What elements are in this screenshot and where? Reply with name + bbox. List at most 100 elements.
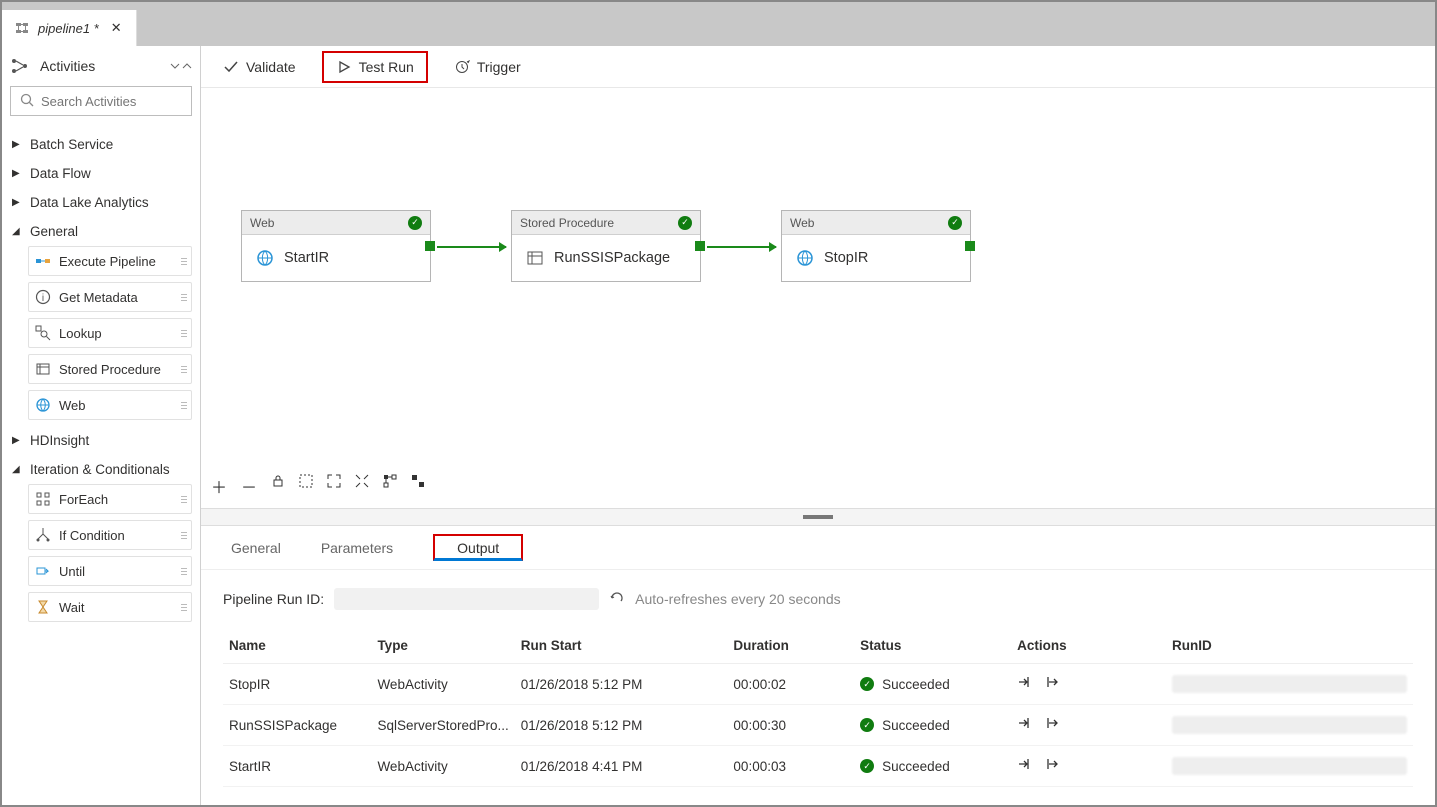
- success-icon: ✓: [408, 216, 422, 230]
- cell-status: ✓Succeeded: [854, 705, 1011, 746]
- cell-duration: 00:00:30: [727, 705, 854, 746]
- cell-runstart: 01/26/2018 4:41 PM: [515, 746, 728, 787]
- cell-runstart: 01/26/2018 5:12 PM: [515, 664, 728, 705]
- col-status[interactable]: Status: [854, 628, 1011, 664]
- search-input[interactable]: [41, 94, 183, 109]
- output-port[interactable]: [695, 241, 705, 251]
- close-icon[interactable]: ✕: [107, 20, 126, 36]
- activities-icon: [10, 56, 30, 76]
- cell-actions: [1011, 705, 1166, 746]
- category-batch-service[interactable]: ▶Batch Service: [10, 130, 192, 159]
- cell-duration: 00:00:03: [727, 746, 854, 787]
- activity-lookup[interactable]: Lookup: [28, 318, 192, 348]
- connector: [437, 246, 506, 248]
- node-startir[interactable]: Web✓ StartIR: [241, 210, 431, 282]
- fit-icon[interactable]: [299, 474, 313, 498]
- tab-output[interactable]: Output: [433, 534, 523, 561]
- input-action-icon[interactable]: [1017, 756, 1033, 776]
- cell-name: StopIR: [223, 664, 371, 705]
- refresh-icon[interactable]: [609, 590, 625, 609]
- activity-get-metadata[interactable]: i Get Metadata: [28, 282, 192, 312]
- table-row[interactable]: StopIR WebActivity 01/26/2018 5:12 PM 00…: [223, 664, 1413, 705]
- output-action-icon[interactable]: [1043, 715, 1059, 735]
- layout-icon[interactable]: [383, 474, 397, 498]
- cell-actions: [1011, 746, 1166, 787]
- align-icon[interactable]: [411, 474, 425, 498]
- search-activities[interactable]: [10, 86, 192, 116]
- tab-pipeline1[interactable]: pipeline1 * ✕: [2, 10, 137, 46]
- tab-parameters[interactable]: Parameters: [321, 534, 393, 562]
- success-icon: ✓: [948, 216, 962, 230]
- col-type[interactable]: Type: [371, 628, 514, 664]
- activity-if-condition[interactable]: If Condition: [28, 520, 192, 550]
- activity-stored-procedure[interactable]: Stored Procedure: [28, 354, 192, 384]
- svg-text:i: i: [42, 293, 44, 304]
- fullscreen-icon[interactable]: [327, 474, 341, 498]
- search-icon: [19, 92, 35, 111]
- input-action-icon[interactable]: [1017, 674, 1033, 694]
- table-row[interactable]: StartIR WebActivity 01/26/2018 4:41 PM 0…: [223, 746, 1413, 787]
- col-duration[interactable]: Duration: [727, 628, 854, 664]
- output-table: Name Type Run Start Duration Status Acti…: [223, 628, 1413, 787]
- success-icon: ✓: [678, 216, 692, 230]
- cell-runid: [1166, 664, 1413, 705]
- cell-type: SqlServerStoredPro...: [371, 705, 514, 746]
- pipeline-toolbar: Validate Test Run Trigger: [201, 46, 1435, 88]
- table-row[interactable]: RunSSISPackage SqlServerStoredPro... 01/…: [223, 705, 1413, 746]
- trigger-button[interactable]: Trigger: [454, 59, 521, 75]
- node-stopir[interactable]: Web✓ StopIR: [781, 210, 971, 282]
- lock-icon[interactable]: [271, 474, 285, 498]
- bottom-panel-tabs: General Parameters Output: [201, 526, 1435, 570]
- cell-actions: [1011, 664, 1166, 705]
- activity-wait[interactable]: Wait: [28, 592, 192, 622]
- tab-title: pipeline1 *: [38, 21, 99, 36]
- output-action-icon[interactable]: [1043, 674, 1059, 694]
- category-general[interactable]: ◢General: [10, 217, 192, 246]
- success-icon: ✓: [860, 718, 874, 732]
- activity-execute-pipeline[interactable]: Execute Pipeline: [28, 246, 192, 276]
- activity-foreach[interactable]: ForEach: [28, 484, 192, 514]
- output-panel: Pipeline Run ID: Auto-refreshes every 20…: [201, 570, 1435, 805]
- category-iteration-conditionals[interactable]: ◢Iteration & Conditionals: [10, 455, 192, 484]
- test-run-button[interactable]: Test Run: [322, 51, 428, 83]
- tab-general[interactable]: General: [231, 534, 281, 562]
- cell-type: WebActivity: [371, 746, 514, 787]
- col-runid[interactable]: RunID: [1166, 628, 1413, 664]
- node-runssispackage[interactable]: Stored Procedure✓ RunSSISPackage: [511, 210, 701, 282]
- cell-runid: [1166, 705, 1413, 746]
- output-port[interactable]: [425, 241, 435, 251]
- activities-heading: Activities: [40, 58, 160, 74]
- auto-refresh-label: Auto-refreshes every 20 seconds: [635, 591, 840, 607]
- pipeline-canvas[interactable]: Web✓ StartIR Stored Procedure✓ RunSSISPa…: [201, 88, 1435, 508]
- cell-runstart: 01/26/2018 5:12 PM: [515, 705, 728, 746]
- cell-status: ✓Succeeded: [854, 746, 1011, 787]
- activity-web[interactable]: Web: [28, 390, 192, 420]
- pipeline-run-id-label: Pipeline Run ID:: [223, 591, 324, 607]
- zoom-icon[interactable]: [355, 474, 369, 498]
- output-action-icon[interactable]: [1043, 756, 1059, 776]
- success-icon: ✓: [860, 759, 874, 773]
- minus-icon[interactable]: －: [241, 474, 257, 498]
- output-port[interactable]: [965, 241, 975, 251]
- cell-status: ✓Succeeded: [854, 664, 1011, 705]
- panel-resize-handle[interactable]: [201, 508, 1435, 526]
- category-hdinsight[interactable]: ▶HDInsight: [10, 426, 192, 455]
- cell-duration: 00:00:02: [727, 664, 854, 705]
- pipeline-run-id-value: [334, 588, 599, 610]
- tab-bar: pipeline1 * ✕: [2, 10, 1435, 46]
- canvas-toolbar: ＋ －: [211, 474, 425, 498]
- col-runstart[interactable]: Run Start: [515, 628, 728, 664]
- activities-sidebar: Activities ▶Batch Service ▶Data Flow ▶Da…: [2, 46, 201, 805]
- input-action-icon[interactable]: [1017, 715, 1033, 735]
- col-actions[interactable]: Actions: [1011, 628, 1166, 664]
- activity-until[interactable]: Until: [28, 556, 192, 586]
- cell-name: RunSSISPackage: [223, 705, 371, 746]
- category-data-lake-analytics[interactable]: ▶Data Lake Analytics: [10, 188, 192, 217]
- pipeline-icon: [14, 20, 30, 36]
- validate-button[interactable]: Validate: [223, 59, 296, 75]
- add-icon[interactable]: ＋: [211, 474, 227, 498]
- col-name[interactable]: Name: [223, 628, 371, 664]
- collapse-icon[interactable]: [170, 61, 192, 71]
- cell-runid: [1166, 746, 1413, 787]
- category-data-flow[interactable]: ▶Data Flow: [10, 159, 192, 188]
